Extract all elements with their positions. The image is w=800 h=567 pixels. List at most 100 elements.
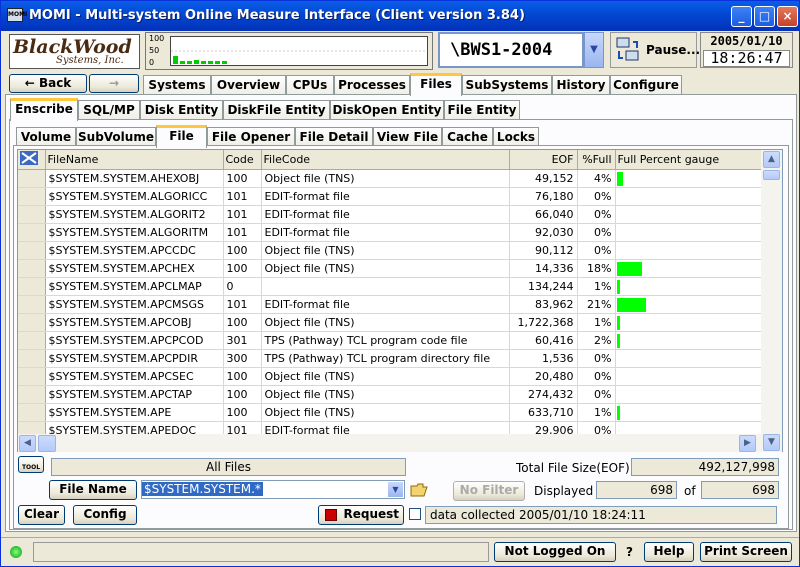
vertical-scrollbar[interactable]: ▲ ▼ [761,150,782,452]
system-selector[interactable]: \BWS1-2004 [438,32,584,68]
column-header-filecode[interactable]: FileCode [261,150,510,170]
tab-file-detail[interactable]: File Detail [295,127,373,147]
table-row[interactable]: $SYSTEM.SYSTEM.APCMSGS 101 EDIT-format fil… [18,295,764,314]
back-label: Back [38,76,72,90]
select-all-corner[interactable] [18,150,46,170]
cell-pct-full: 1% [577,403,616,422]
chevron-down-icon[interactable]: ▼ [388,482,403,497]
table-row[interactable]: $SYSTEM.SYSTEM.APCLMAP 0 134,244 1% [18,277,764,296]
pause-label: Pause... [646,43,701,57]
tab-files[interactable]: Files [410,73,462,96]
cell-gauge [615,367,764,386]
filter-input[interactable]: $SYSTEM.SYSTEM.* [142,482,263,496]
tab-processes[interactable]: Processes [334,75,410,95]
cell-code: 101 [223,205,262,224]
datetime-display: 2005/01/10 18:26:47 [700,32,793,68]
not-logged-on-button[interactable]: Not Logged On [494,542,616,562]
cell-code: 100 [223,259,262,278]
print-screen-button[interactable]: Print Screen [700,542,792,562]
back-button[interactable]: ← Back [9,74,87,93]
help-button[interactable]: Help [644,542,694,562]
table-row[interactable]: $SYSTEM.SYSTEM.APCCDC 100 Object file (TNS… [18,241,764,260]
column-header-pct-full[interactable]: %Full [577,150,616,170]
maximize-button[interactable]: □ [754,6,775,27]
minimize-button[interactable]: _ [731,6,752,27]
tab-view-file[interactable]: View File [373,127,442,147]
tab-cache[interactable]: Cache [442,127,493,147]
horizontal-scrollbar[interactable]: ◀ ▶ [18,434,761,452]
folder-open-icon[interactable] [409,480,430,499]
close-button[interactable]: × [777,6,798,27]
pause-button[interactable]: Pause... [610,32,701,68]
scroll-left-icon[interactable]: ◀ [19,435,36,452]
all-files-label: All Files [51,458,406,476]
tab-sql-mp[interactable]: SQL/MP [78,100,140,120]
table-row[interactable]: $SYSTEM.SYSTEM.ALGORITM 101 EDIT-format fi… [18,223,764,242]
tab-file-entity[interactable]: File Entity [444,100,520,120]
chart-y-label-100: 100 [149,34,165,43]
tab-locks[interactable]: Locks [493,127,539,147]
tab-diskopen-entity[interactable]: DiskOpen Entity [330,100,444,120]
tab-diskfile-entity[interactable]: DiskFile Entity [223,100,330,120]
cell-pct-full: 0% [577,367,616,386]
hscroll-thumb[interactable] [38,435,56,452]
tab-file[interactable]: File [156,125,207,148]
tab-subvolume[interactable]: SubVolume [76,127,156,147]
scroll-down-icon[interactable]: ▼ [763,434,780,451]
file-name-button[interactable]: File Name [49,480,137,500]
table-row[interactable]: $SYSTEM.SYSTEM.APCTAP 100 Object file (TNS… [18,385,764,404]
table-row[interactable]: $SYSTEM.SYSTEM.AHEXOBJ 100 Object file (TN… [18,169,764,188]
question-icon[interactable]: ? [626,545,633,559]
cell-gauge [615,349,764,368]
row-header [18,223,46,242]
scroll-up-icon[interactable]: ▲ [763,151,780,168]
row-header [18,169,46,188]
config-button[interactable]: Config [73,505,137,525]
clear-button[interactable]: Clear [18,505,65,525]
table-row[interactable]: $SYSTEM.SYSTEM.APCOBJ 100 Object file (TNS… [18,313,764,332]
tab-systems[interactable]: Systems [143,75,211,95]
request-button[interactable]: Request [318,505,404,525]
folder-svg [410,483,428,497]
table-row[interactable]: $SYSTEM.SYSTEM.APE 100 Object file (TNS) 63… [18,403,764,422]
tab-subsystems[interactable]: SubSystems [462,75,552,95]
tab-enscribe[interactable]: Enscribe [10,98,78,121]
cell-filename: $SYSTEM.SYSTEM.APCPDIR [45,349,224,368]
cell-filename: $SYSTEM.SYSTEM.APCCDC [45,241,224,260]
scroll-right-icon[interactable]: ▶ [739,435,756,452]
column-header-eof[interactable]: EOF [509,150,578,170]
cell-code: 300 [223,349,262,368]
table-row[interactable]: $SYSTEM.SYSTEM.APCHEX 100 Object file (TNS… [18,259,764,278]
chart-y-label-50: 50 [149,46,160,55]
table-row[interactable]: $SYSTEM.SYSTEM.ALGORICC 101 EDIT-format fi… [18,187,764,206]
table-row[interactable]: $SYSTEM.SYSTEM.APCPCOD 301 TPS (Pathway) T… [18,331,764,350]
tab-history[interactable]: History [552,75,610,95]
scroll-thumb[interactable] [763,170,780,180]
tool-icon[interactable]: TOOL [18,456,44,473]
tab-disk-entity[interactable]: Disk Entity [140,100,223,120]
cell-filecode: Object file (TNS) [261,169,510,188]
tab-volume[interactable]: Volume [16,127,76,147]
column-header-code[interactable]: Code [223,150,262,170]
chart-bar [187,61,192,64]
column-header-filename[interactable]: FileName [45,150,224,170]
auto-request-checkbox[interactable] [409,508,421,520]
table-row[interactable]: $SYSTEM.SYSTEM.ALGORIT2 101 EDIT-format fi… [18,205,764,224]
tab-file-opener[interactable]: File Opener [207,127,295,147]
table-row[interactable]: $SYSTEM.SYSTEM.APCPDIR 300 TPS (Pathway) T… [18,349,764,368]
chevron-down-icon[interactable]: ▼ [584,32,604,68]
no-filter-button[interactable]: No Filter [453,481,525,501]
chart-bar [194,60,199,64]
cell-filename: $SYSTEM.SYSTEM.ALGORICC [45,187,224,206]
filter-combo[interactable]: $SYSTEM.SYSTEM.* ▼ [141,480,405,499]
column-header-gauge[interactable]: Full Percent gauge [615,150,764,170]
tab-cpus[interactable]: CPUs [286,75,334,95]
full-percent-gauge-bar [616,297,646,312]
table-row[interactable]: $SYSTEM.SYSTEM.APCSEC 100 Object file (TNS… [18,367,764,386]
forward-button[interactable]: → [89,74,139,93]
activity-chart: 100 50 0 [145,32,433,70]
tab-overview[interactable]: Overview [211,75,286,95]
cell-filecode: Object file (TNS) [261,241,510,260]
tab-configure[interactable]: Configure [610,75,682,95]
cell-code: 0 [223,277,262,296]
